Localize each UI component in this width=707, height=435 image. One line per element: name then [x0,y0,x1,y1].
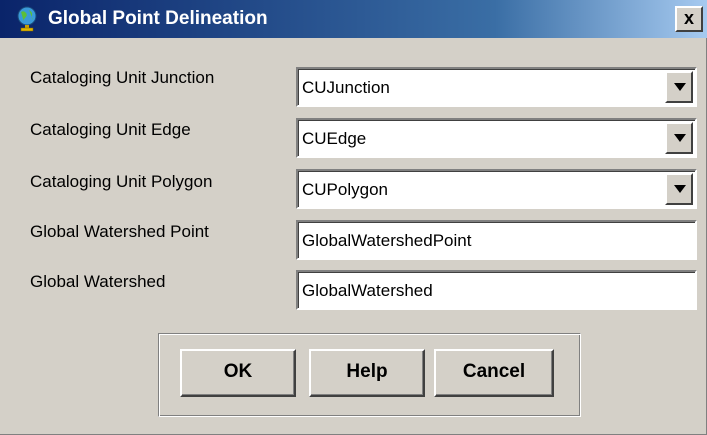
help-button[interactable]: Help [309,349,425,397]
cu-edge-dropdown[interactable]: CUEdge [296,118,697,158]
global-watershed-point-value: GlobalWatershedPoint [302,231,472,250]
cu-junction-value: CUJunction [302,78,390,97]
chevron-down-icon [674,185,686,193]
cu-polygon-dropdown[interactable]: CUPolygon [296,169,697,209]
dialog-window: Global Point Delineation x Cataloging Un… [0,0,707,435]
chevron-down-icon [674,83,686,91]
global-watershed-input[interactable]: GlobalWatershed [296,270,697,310]
globe-icon [17,6,37,32]
ok-button[interactable]: OK [180,349,296,397]
field-label-global-watershed-point: Global Watershed Point [30,222,209,241]
cancel-button[interactable]: Cancel [434,349,554,397]
chevron-down-icon [674,134,686,142]
close-icon: x [683,8,694,28]
cu-polygon-value: CUPolygon [302,180,388,199]
field-label-cu-polygon: Cataloging Unit Polygon [30,172,213,191]
global-watershed-point-input[interactable]: GlobalWatershedPoint [296,220,697,260]
close-button[interactable]: x [675,6,703,32]
field-label-cu-edge: Cataloging Unit Edge [30,120,191,139]
field-label-global-watershed: Global Watershed [30,272,166,291]
cu-polygon-dropdown-button[interactable] [665,173,693,205]
cu-junction-dropdown[interactable]: CUJunction [296,67,697,107]
global-watershed-value: GlobalWatershed [302,281,433,300]
cu-edge-dropdown-button[interactable] [665,122,693,154]
field-label-cu-junction: Cataloging Unit Junction [30,68,215,87]
window-title: Global Point Delineation [48,8,268,29]
cu-junction-dropdown-button[interactable] [665,71,693,103]
title-bar[interactable]: Global Point Delineation x [0,0,707,38]
cu-edge-value: CUEdge [302,129,367,148]
